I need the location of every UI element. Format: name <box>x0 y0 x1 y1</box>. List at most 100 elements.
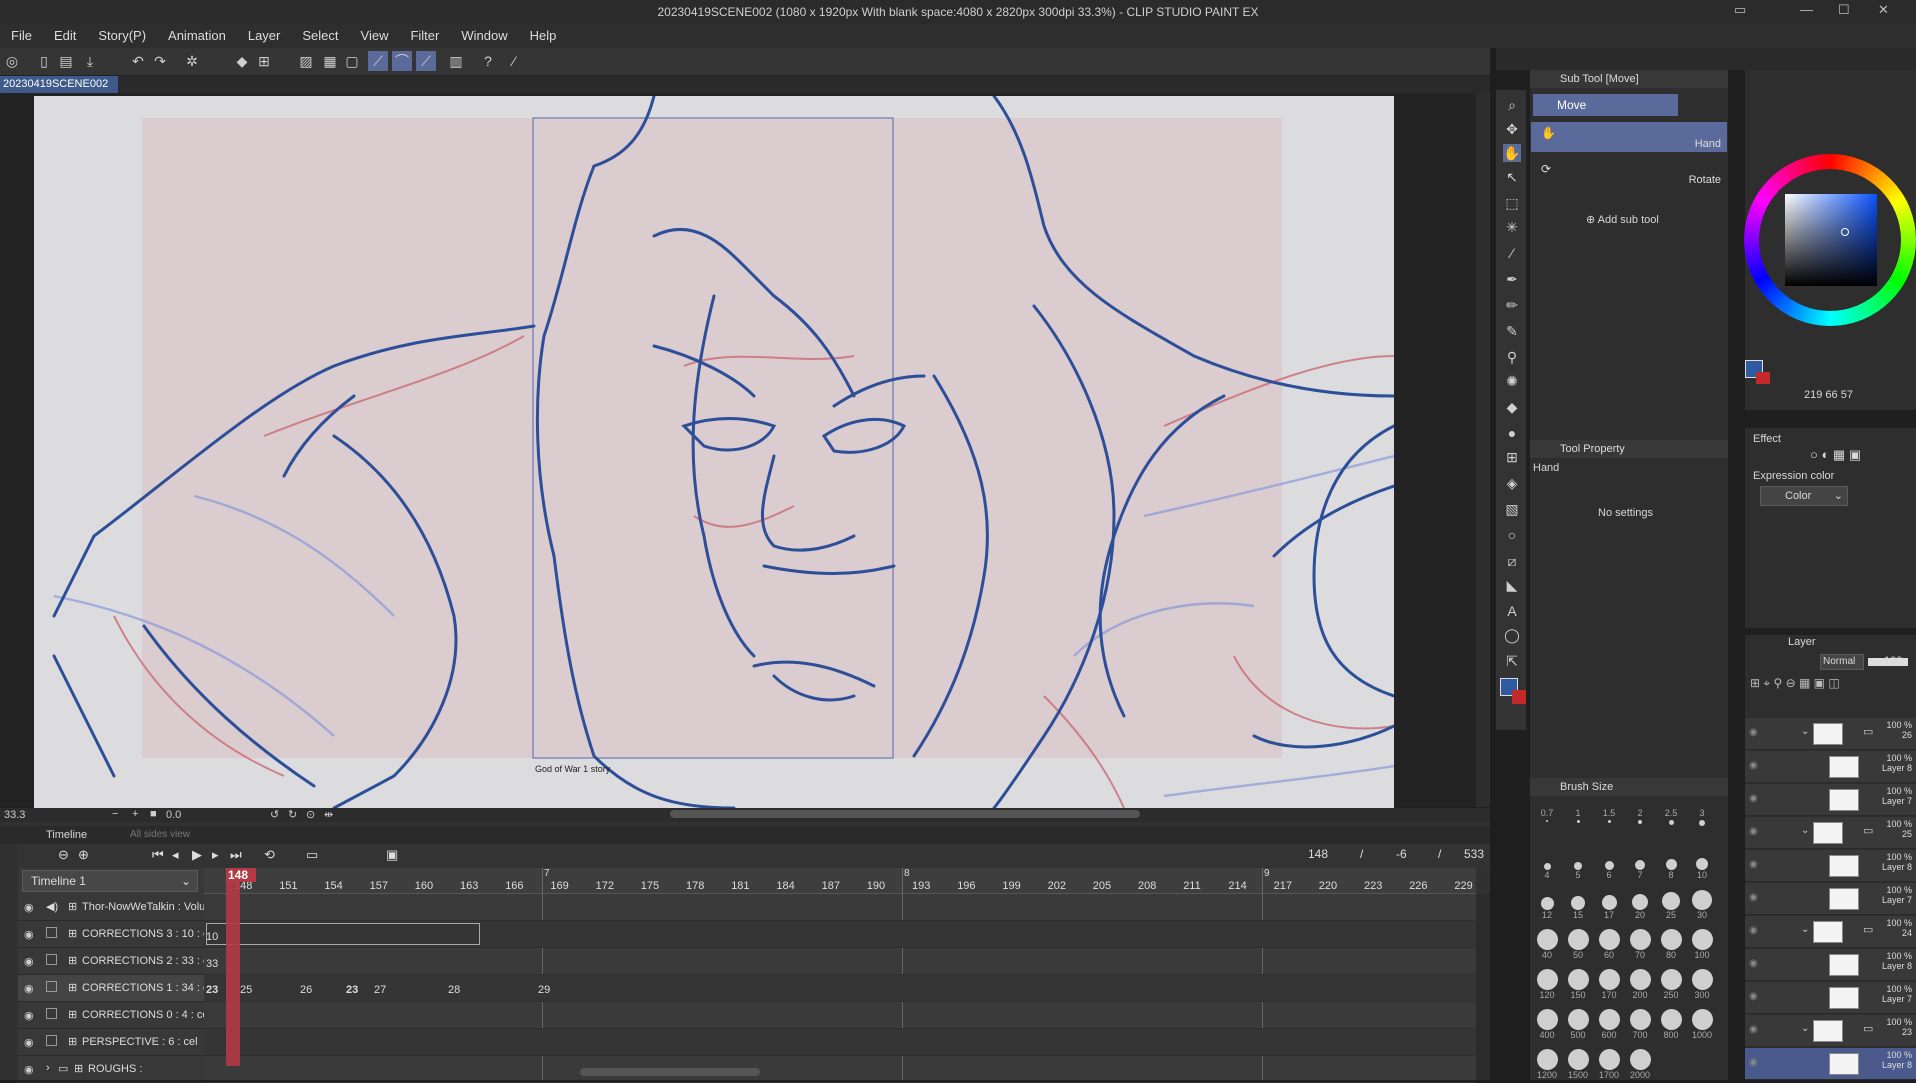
grid-row[interactable] <box>204 975 1476 1002</box>
expand-icon[interactable]: ⊞ <box>68 1035 77 1048</box>
eye-icon[interactable]: ◉ <box>1749 1024 1758 1035</box>
brush-size-option[interactable]: 200 <box>1626 968 1654 1000</box>
eye-icon[interactable]: ◉ <box>24 955 34 968</box>
sub-color-swatch[interactable] <box>1756 372 1770 384</box>
eye-icon[interactable]: ◉ <box>1749 1057 1758 1068</box>
expand-icon[interactable]: ⊞ <box>68 981 77 994</box>
cel-range[interactable] <box>206 923 480 945</box>
eye-icon[interactable]: ◉ <box>24 928 34 941</box>
eyedropper-icon[interactable]: ⁄ <box>504 51 524 71</box>
eye-icon[interactable]: ◉ <box>24 1036 34 1049</box>
flip-icon[interactable]: ⇹ <box>324 808 333 821</box>
timeline-hscroll[interactable] <box>580 1068 760 1076</box>
track-row[interactable]: ◉ ⊞ CORRECTIONS 0 : 4 : cel <box>18 1002 204 1029</box>
next-frame-icon[interactable]: ▸ <box>212 847 219 863</box>
eye-icon[interactable]: ◉ <box>1749 793 1758 804</box>
new-file-icon[interactable]: ▯ <box>34 51 54 71</box>
eye-icon[interactable]: ◉ <box>1749 892 1758 903</box>
pencil-tool-icon[interactable]: ✏ <box>1503 296 1521 314</box>
onion-skin-icon[interactable]: ▣ <box>386 847 398 863</box>
zoom-tool-icon[interactable]: ⌕ <box>1503 96 1521 114</box>
grid-row[interactable] <box>204 1029 1476 1056</box>
layer-folder[interactable]: ◉ ⌄ ▭ 100 % 26 <box>1745 718 1916 750</box>
layer-item[interactable]: ◉ 100 % Layer 7 <box>1745 883 1916 915</box>
zoom-level[interactable]: 33.3 <box>4 809 25 821</box>
brush-size-option[interactable]: 30 <box>1688 888 1716 920</box>
pen-tool-icon[interactable]: ✒ <box>1503 270 1521 288</box>
brush-size-option[interactable]: 120 <box>1533 968 1561 1000</box>
expression-color-select[interactable]: Color ⌄ <box>1760 486 1848 506</box>
brush-size-option[interactable]: 80 <box>1657 928 1685 960</box>
eye-icon[interactable]: ◉ <box>1749 760 1758 771</box>
prev-frame-icon[interactable]: ◂ <box>172 847 179 863</box>
object-tool-icon[interactable]: ↖ <box>1503 168 1521 186</box>
brush-size-option[interactable]: 1500 <box>1564 1048 1592 1080</box>
brush-size-option[interactable]: 4 <box>1533 848 1561 880</box>
track-row[interactable]: ◉ › ▭ ⊞ ROUGHS : <box>18 1056 204 1083</box>
track-row[interactable]: ◉ ⊞ CORRECTIONS 2 : 33 : cel <box>18 948 204 975</box>
menu-file[interactable]: File <box>0 24 43 47</box>
airbrush-tool-icon[interactable]: ⚲ <box>1503 348 1521 366</box>
ruler-tool-icon[interactable]: ⧄ <box>1503 552 1521 570</box>
fill-icon[interactable]: ◆ <box>232 51 252 71</box>
brush-size-option[interactable]: 3 <box>1688 808 1716 826</box>
canvas[interactable]: God of War 1 story <box>34 96 1394 808</box>
light-table-icon[interactable]: ▥ <box>446 51 466 71</box>
effect-icons[interactable]: ○ ◐ ▦ ▣ <box>1810 447 1906 465</box>
zoom-in-icon[interactable]: ⊕ <box>78 847 89 863</box>
play-icon[interactable]: ▶ <box>192 847 202 863</box>
brush-size-option[interactable]: 25 <box>1657 888 1685 920</box>
brush-size-option[interactable]: 0.7 <box>1533 808 1561 822</box>
subtool-group-tab[interactable]: Move <box>1533 94 1678 116</box>
horizontal-scrollbar[interactable] <box>670 810 1140 818</box>
brush-size-option[interactable]: 7 <box>1626 848 1654 880</box>
balloon-tool-icon[interactable]: ◯ <box>1503 626 1521 644</box>
subtool-item-hand[interactable]: ✋ Hand <box>1531 122 1727 152</box>
eye-icon[interactable]: ◉ <box>1749 826 1758 837</box>
brush-size-option[interactable]: 8 <box>1657 848 1685 880</box>
brush-size-option[interactable]: 170 <box>1595 968 1623 1000</box>
brush-size-option[interactable]: 20 <box>1626 888 1654 920</box>
expand-icon[interactable]: ⊞ <box>74 1062 83 1075</box>
brush-size-option[interactable]: 60 <box>1595 928 1623 960</box>
brush-size-option[interactable]: 50 <box>1564 928 1592 960</box>
chevron-down-icon[interactable]: ⌄ <box>1801 924 1809 935</box>
brush-size-option[interactable]: 400 <box>1533 1008 1561 1040</box>
layer-item[interactable]: ◉ 100 % Layer 7 <box>1745 982 1916 1014</box>
menu-filter[interactable]: Filter <box>399 24 450 47</box>
menu-story[interactable]: Story(P) <box>87 24 157 47</box>
opacity-value[interactable]: 100 <box>1884 655 1902 667</box>
close-icon[interactable]: ✕ <box>1878 2 1889 18</box>
first-frame-icon[interactable]: ⏮ <box>152 847 164 863</box>
brush-size-option[interactable]: 250 <box>1657 968 1685 1000</box>
fill-selection-icon[interactable]: ▦ <box>320 51 340 71</box>
brush-size-option[interactable]: 2000 <box>1626 1048 1654 1080</box>
layer-folder[interactable]: ◉ ⌄ ▭ 100 % 25 <box>1745 817 1916 849</box>
new-animation-folder-icon[interactable]: ▭ <box>306 847 318 863</box>
open-file-icon[interactable]: ▤ <box>56 51 76 71</box>
timeline-vscroll[interactable] <box>1476 894 1490 1080</box>
track-row[interactable]: ◉ ⊞ CORRECTIONS 3 : 10 : cel <box>18 921 204 948</box>
eyedropper-tool-icon[interactable]: ⁄ <box>1503 244 1521 262</box>
maximize-icon[interactable]: ☐ <box>1838 2 1850 18</box>
chevron-down-icon[interactable]: ⌄ <box>1801 726 1809 737</box>
subtool-item-rotate[interactable]: ⟳ Rotate <box>1531 158 1727 188</box>
text-tool-icon[interactable]: A <box>1503 602 1521 620</box>
loading-icon[interactable]: ✲ <box>182 51 202 71</box>
chevron-right-icon[interactable]: › <box>46 1062 50 1074</box>
menu-layer[interactable]: Layer <box>237 24 292 47</box>
snap-ruler-icon[interactable]: ⟋ <box>368 51 388 71</box>
document-tab[interactable]: 20230419SCENE002 ✕ <box>0 76 118 103</box>
auto-select-icon[interactable]: ✳ <box>1503 218 1521 236</box>
app-icon[interactable]: ◎ <box>2 51 22 71</box>
track-row[interactable]: ◉ ◀) ⊞ Thor-NowWeTalkin : Volume <box>18 894 204 921</box>
eye-icon[interactable]: ◉ <box>24 982 34 995</box>
brush-size-option[interactable]: 1700 <box>1595 1048 1623 1080</box>
redo-icon[interactable]: ↷ <box>150 51 170 71</box>
grid-row[interactable] <box>204 894 1476 921</box>
layer-item[interactable]: ◉ 100 % Layer 7 <box>1745 784 1916 816</box>
eye-icon[interactable]: ◉ <box>24 1009 34 1022</box>
chevron-down-icon[interactable]: ⌄ <box>1801 1023 1809 1034</box>
eye-icon[interactable]: ◉ <box>1749 727 1758 738</box>
brush-size-option[interactable]: 10 <box>1688 848 1716 880</box>
